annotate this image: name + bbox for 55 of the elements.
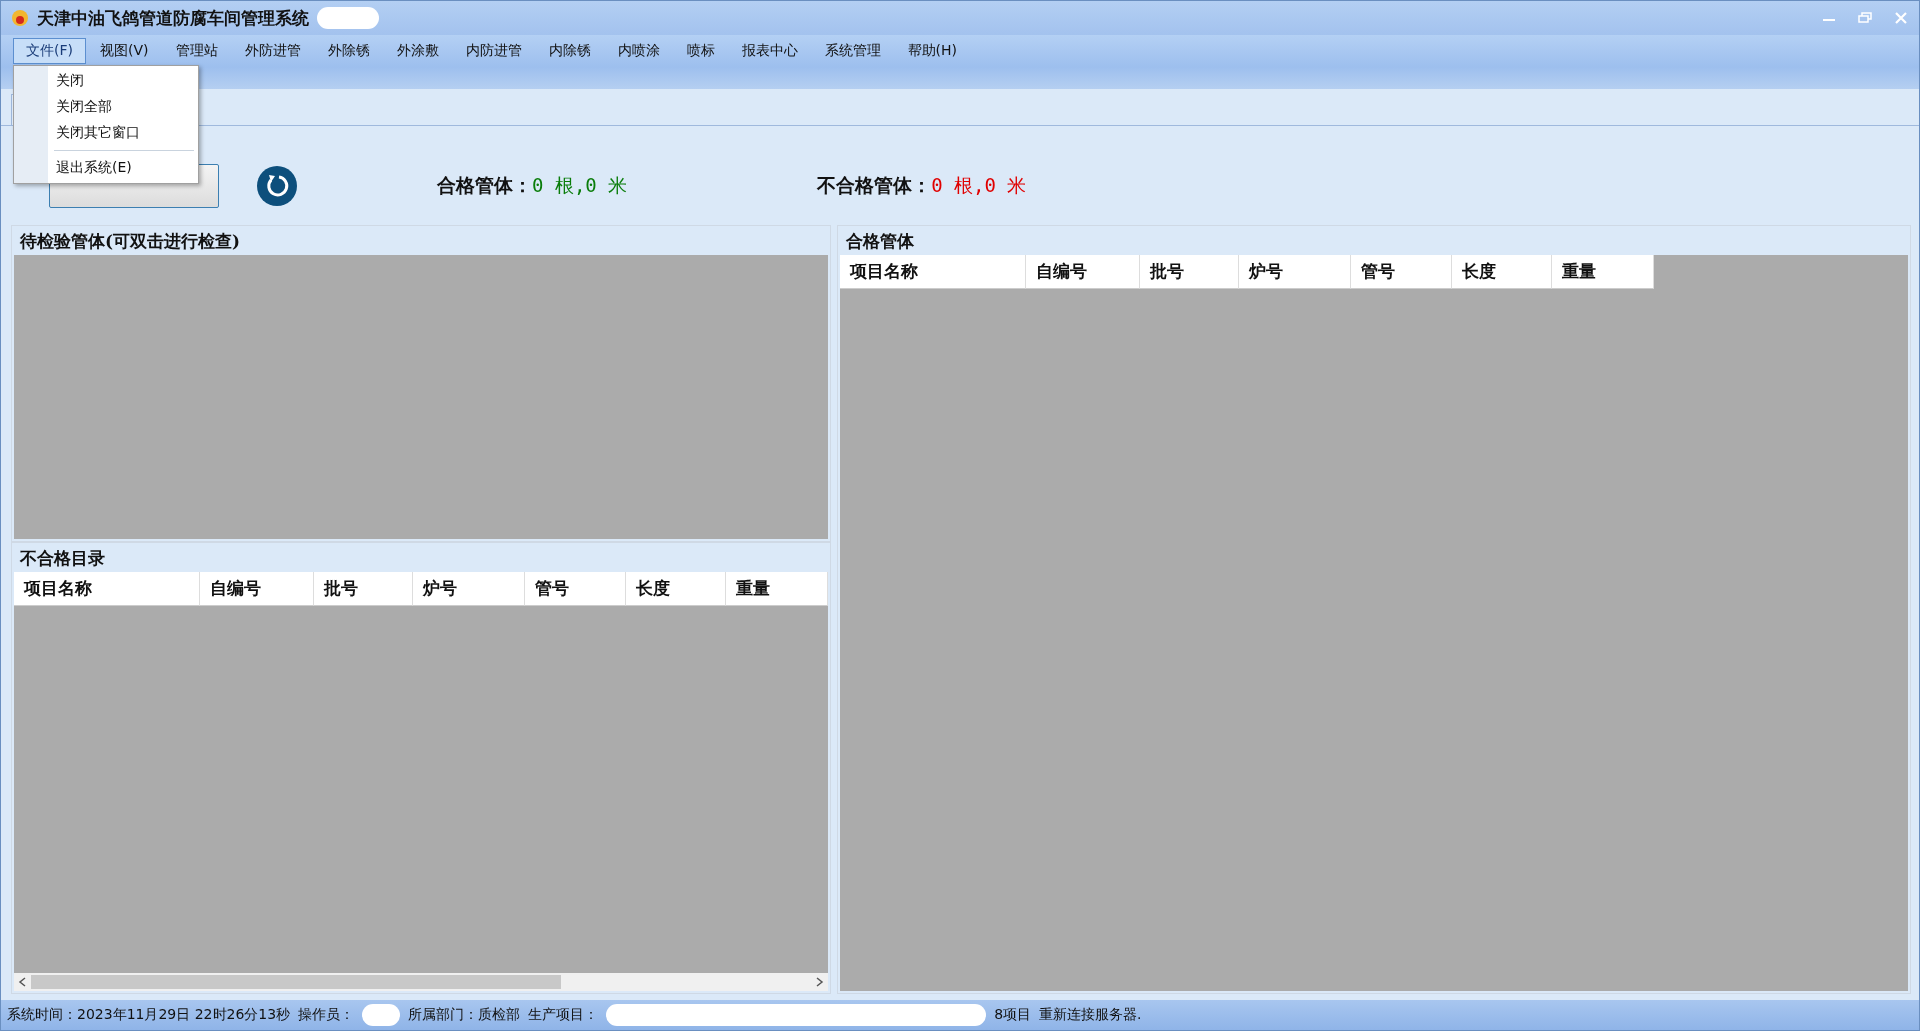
column-header[interactable]: 自编号 (200, 572, 314, 606)
refresh-icon[interactable] (257, 165, 297, 206)
menu-entry[interactable]: 关闭全部 (14, 94, 198, 120)
qualified-table[interactable]: 项目名称 自编号 批号 炉号 管号 长度 重量 (840, 255, 1908, 991)
menu-item[interactable]: 外防进管 (231, 38, 314, 64)
panel-title: 不合格目录 (19, 547, 106, 570)
summary-label: 合格管体： (437, 172, 532, 198)
panel-title: 合格管体 (845, 230, 915, 253)
column-header[interactable]: 项目名称 (14, 572, 200, 606)
menu-item[interactable]: 内除锈 (535, 38, 604, 64)
column-header[interactable]: 长度 (1452, 255, 1552, 289)
status-text: 重新连接服务器. (1039, 1006, 1142, 1024)
status-text: 所属部门：质检部 (408, 1006, 521, 1024)
menu-item[interactable]: 内喷涂 (604, 38, 673, 64)
column-header[interactable]: 炉号 (1239, 255, 1351, 289)
panel-title: 待检验管体(可双击进行检查) (19, 230, 242, 253)
menu-entry[interactable]: 关闭 (14, 68, 198, 94)
menu-item[interactable]: 系统管理 (811, 38, 894, 64)
close-icon[interactable] (1894, 11, 1908, 25)
menu-item[interactable]: 外涂敷 (383, 38, 452, 64)
app-logo-icon (11, 9, 29, 27)
column-header[interactable]: 长度 (626, 572, 726, 606)
menu-entry[interactable]: 退出系统(E) (14, 155, 198, 181)
pending-list[interactable] (14, 255, 828, 539)
menu-item[interactable]: 管理站 (162, 38, 231, 64)
summary-value: 0 根,0 米 (931, 172, 1027, 198)
rejected-table[interactable]: 项目名称 自编号 批号 炉号 管号 长度 重量 (14, 572, 828, 973)
column-header[interactable]: 炉号 (413, 572, 525, 606)
column-header[interactable]: 管号 (525, 572, 626, 606)
column-header[interactable]: 自编号 (1026, 255, 1140, 289)
restore-icon[interactable] (1858, 12, 1872, 24)
column-header[interactable]: 重量 (1552, 255, 1654, 289)
column-header[interactable]: 批号 (1140, 255, 1239, 289)
menu-item[interactable]: 内防进管 (452, 38, 535, 64)
menu-item[interactable]: 文件(F) (13, 38, 86, 64)
column-header[interactable]: 重量 (726, 572, 828, 606)
column-header[interactable]: 管号 (1351, 255, 1452, 289)
summary-label: 不合格管体： (817, 172, 932, 198)
status-text: 8项目 (994, 1006, 1032, 1024)
menu-item[interactable]: 视图(V) (87, 38, 162, 64)
status-text: 生产项目： (528, 1006, 599, 1024)
column-header[interactable]: 批号 (314, 572, 413, 606)
menu-item[interactable]: 帮助(H) (894, 38, 970, 64)
summary-value: 0 根,0 米 (532, 172, 628, 198)
redaction-mark (362, 1004, 401, 1026)
menu-item[interactable]: 报表中心 (728, 38, 811, 64)
redaction-mark (317, 7, 379, 29)
status-text: 操作员： (298, 1006, 355, 1024)
menu-entry[interactable]: 关闭其它窗口 (14, 120, 198, 146)
column-header[interactable]: 项目名称 (840, 255, 1026, 289)
menu-item[interactable]: 外除锈 (314, 38, 383, 64)
horizontal-scrollbar[interactable] (14, 973, 828, 991)
window-title: 天津中油飞鸽管道防腐车间管理系统 (37, 6, 309, 30)
status-text: 系统时间：2023年11月29日 22时26分13秒 (7, 1006, 291, 1024)
menu-item[interactable]: 喷标 (673, 38, 728, 64)
